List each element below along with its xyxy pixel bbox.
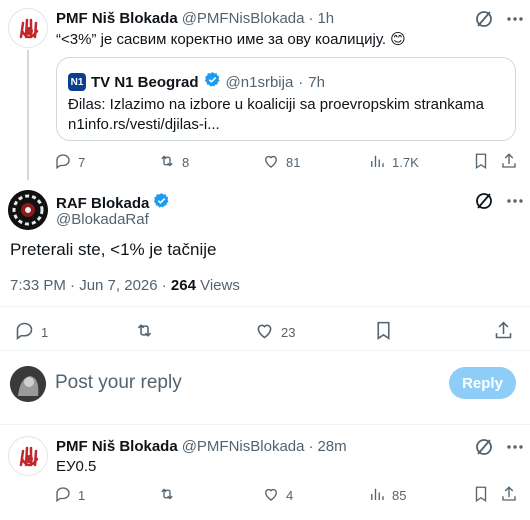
n1-logo: N1 (68, 73, 86, 91)
like-icon (254, 320, 275, 344)
avatar-raf[interactable] (8, 190, 48, 230)
verified-icon (153, 192, 170, 214)
like-button[interactable]: 4 (262, 485, 293, 506)
bookmark-icon[interactable] (472, 152, 490, 170)
reply-count: 1 (78, 488, 86, 503)
quote-author-name: TV N1 Beograd (91, 73, 199, 91)
post-time[interactable]: 28m (317, 438, 346, 455)
reply-icon (14, 320, 35, 344)
views-button[interactable]: 1.7K (368, 152, 419, 173)
verified-icon (204, 71, 221, 93)
views-icon (368, 152, 386, 173)
reply-button[interactable]: 1 (54, 485, 85, 506)
post-text: “<3%” је сасвим коректно име за ову коал… (56, 31, 406, 48)
grok-icon[interactable] (474, 9, 494, 29)
like-count: 4 (286, 488, 294, 503)
like-count: 81 (286, 155, 301, 170)
views-count: 1.7K (392, 155, 419, 170)
views-count[interactable]: 264 (171, 277, 196, 294)
divider (0, 306, 530, 307)
avatar-pmf[interactable] (8, 8, 48, 48)
bookmark-icon[interactable] (373, 320, 394, 341)
reply-icon (54, 485, 72, 506)
repost-icon (158, 485, 176, 506)
reply-button[interactable]: 1 (14, 320, 48, 344)
share-icon[interactable] (500, 485, 518, 503)
repost-button[interactable] (158, 485, 182, 506)
author-handle[interactable]: @PMFNisBlokada (182, 10, 305, 27)
reply-count: 7 (78, 155, 86, 170)
share-icon[interactable] (500, 152, 518, 170)
like-count: 23 (281, 324, 296, 340)
quoted-post[interactable]: N1 TV N1 Beograd @n1srbija · 7h Đilas: I… (56, 57, 516, 141)
grok-icon[interactable] (474, 191, 494, 211)
repost-button[interactable] (134, 320, 161, 344)
repost-count: 8 (182, 155, 190, 170)
divider (0, 424, 530, 425)
author-name[interactable]: PMF Niš Blokada (56, 438, 178, 455)
more-icon[interactable] (505, 191, 525, 211)
post-timestamp[interactable]: 7:33 PM · Jun 7, 2026 · (10, 277, 171, 294)
reply-composer-input[interactable]: Post your reply (55, 372, 182, 394)
repost-button[interactable]: 8 (158, 152, 189, 173)
author-name[interactable]: RAF Blokada (56, 195, 149, 212)
separator-dot: · (298, 73, 304, 91)
more-icon[interactable] (505, 9, 525, 29)
views-count: 85 (392, 488, 407, 503)
like-icon (262, 485, 280, 506)
author-name[interactable]: PMF Niš Blokada (56, 10, 178, 27)
like-button[interactable]: 23 (254, 320, 295, 344)
post-text: EУ0.5 (56, 458, 97, 475)
reply-icon (54, 152, 72, 173)
repost-icon (134, 320, 155, 344)
grok-icon[interactable] (474, 437, 494, 457)
views-icon (368, 485, 386, 506)
views-label: Views (195, 277, 240, 294)
post-timestamp-row: 7:33 PM · Jun 7, 2026 · 264 Views (10, 277, 240, 294)
reply-button[interactable]: 7 (54, 152, 85, 173)
like-button[interactable]: 81 (262, 152, 300, 173)
avatar-pmf[interactable] (8, 436, 48, 476)
quote-link[interactable]: n1info.rs/vesti/djilas-i... (68, 116, 220, 133)
separator-dot: · (308, 10, 314, 27)
post-text: Preterali ste, <1% je tačnije (10, 240, 217, 259)
share-icon[interactable] (493, 320, 514, 341)
author-handle[interactable]: @BlokadaRaf (56, 211, 149, 228)
quote-author-handle: @n1srbija (225, 73, 294, 91)
quote-text: Đilas: Izlazimo na izbore u koaliciji sa… (68, 96, 484, 113)
reply-submit-button[interactable]: Reply (449, 367, 516, 399)
post-time[interactable]: 1h (317, 10, 334, 27)
avatar-current-user[interactable] (10, 366, 46, 402)
author-handle[interactable]: @PMFNisBlokada (182, 438, 305, 455)
bookmark-icon[interactable] (472, 485, 490, 503)
divider (0, 350, 530, 351)
repost-icon (158, 152, 176, 173)
views-button[interactable]: 85 (368, 485, 406, 506)
more-icon[interactable] (505, 437, 525, 457)
quote-time: 7h (308, 73, 325, 91)
reply-count: 1 (41, 324, 49, 340)
like-icon (262, 152, 280, 173)
thread-connector (27, 50, 29, 180)
separator-dot: · (308, 438, 314, 455)
